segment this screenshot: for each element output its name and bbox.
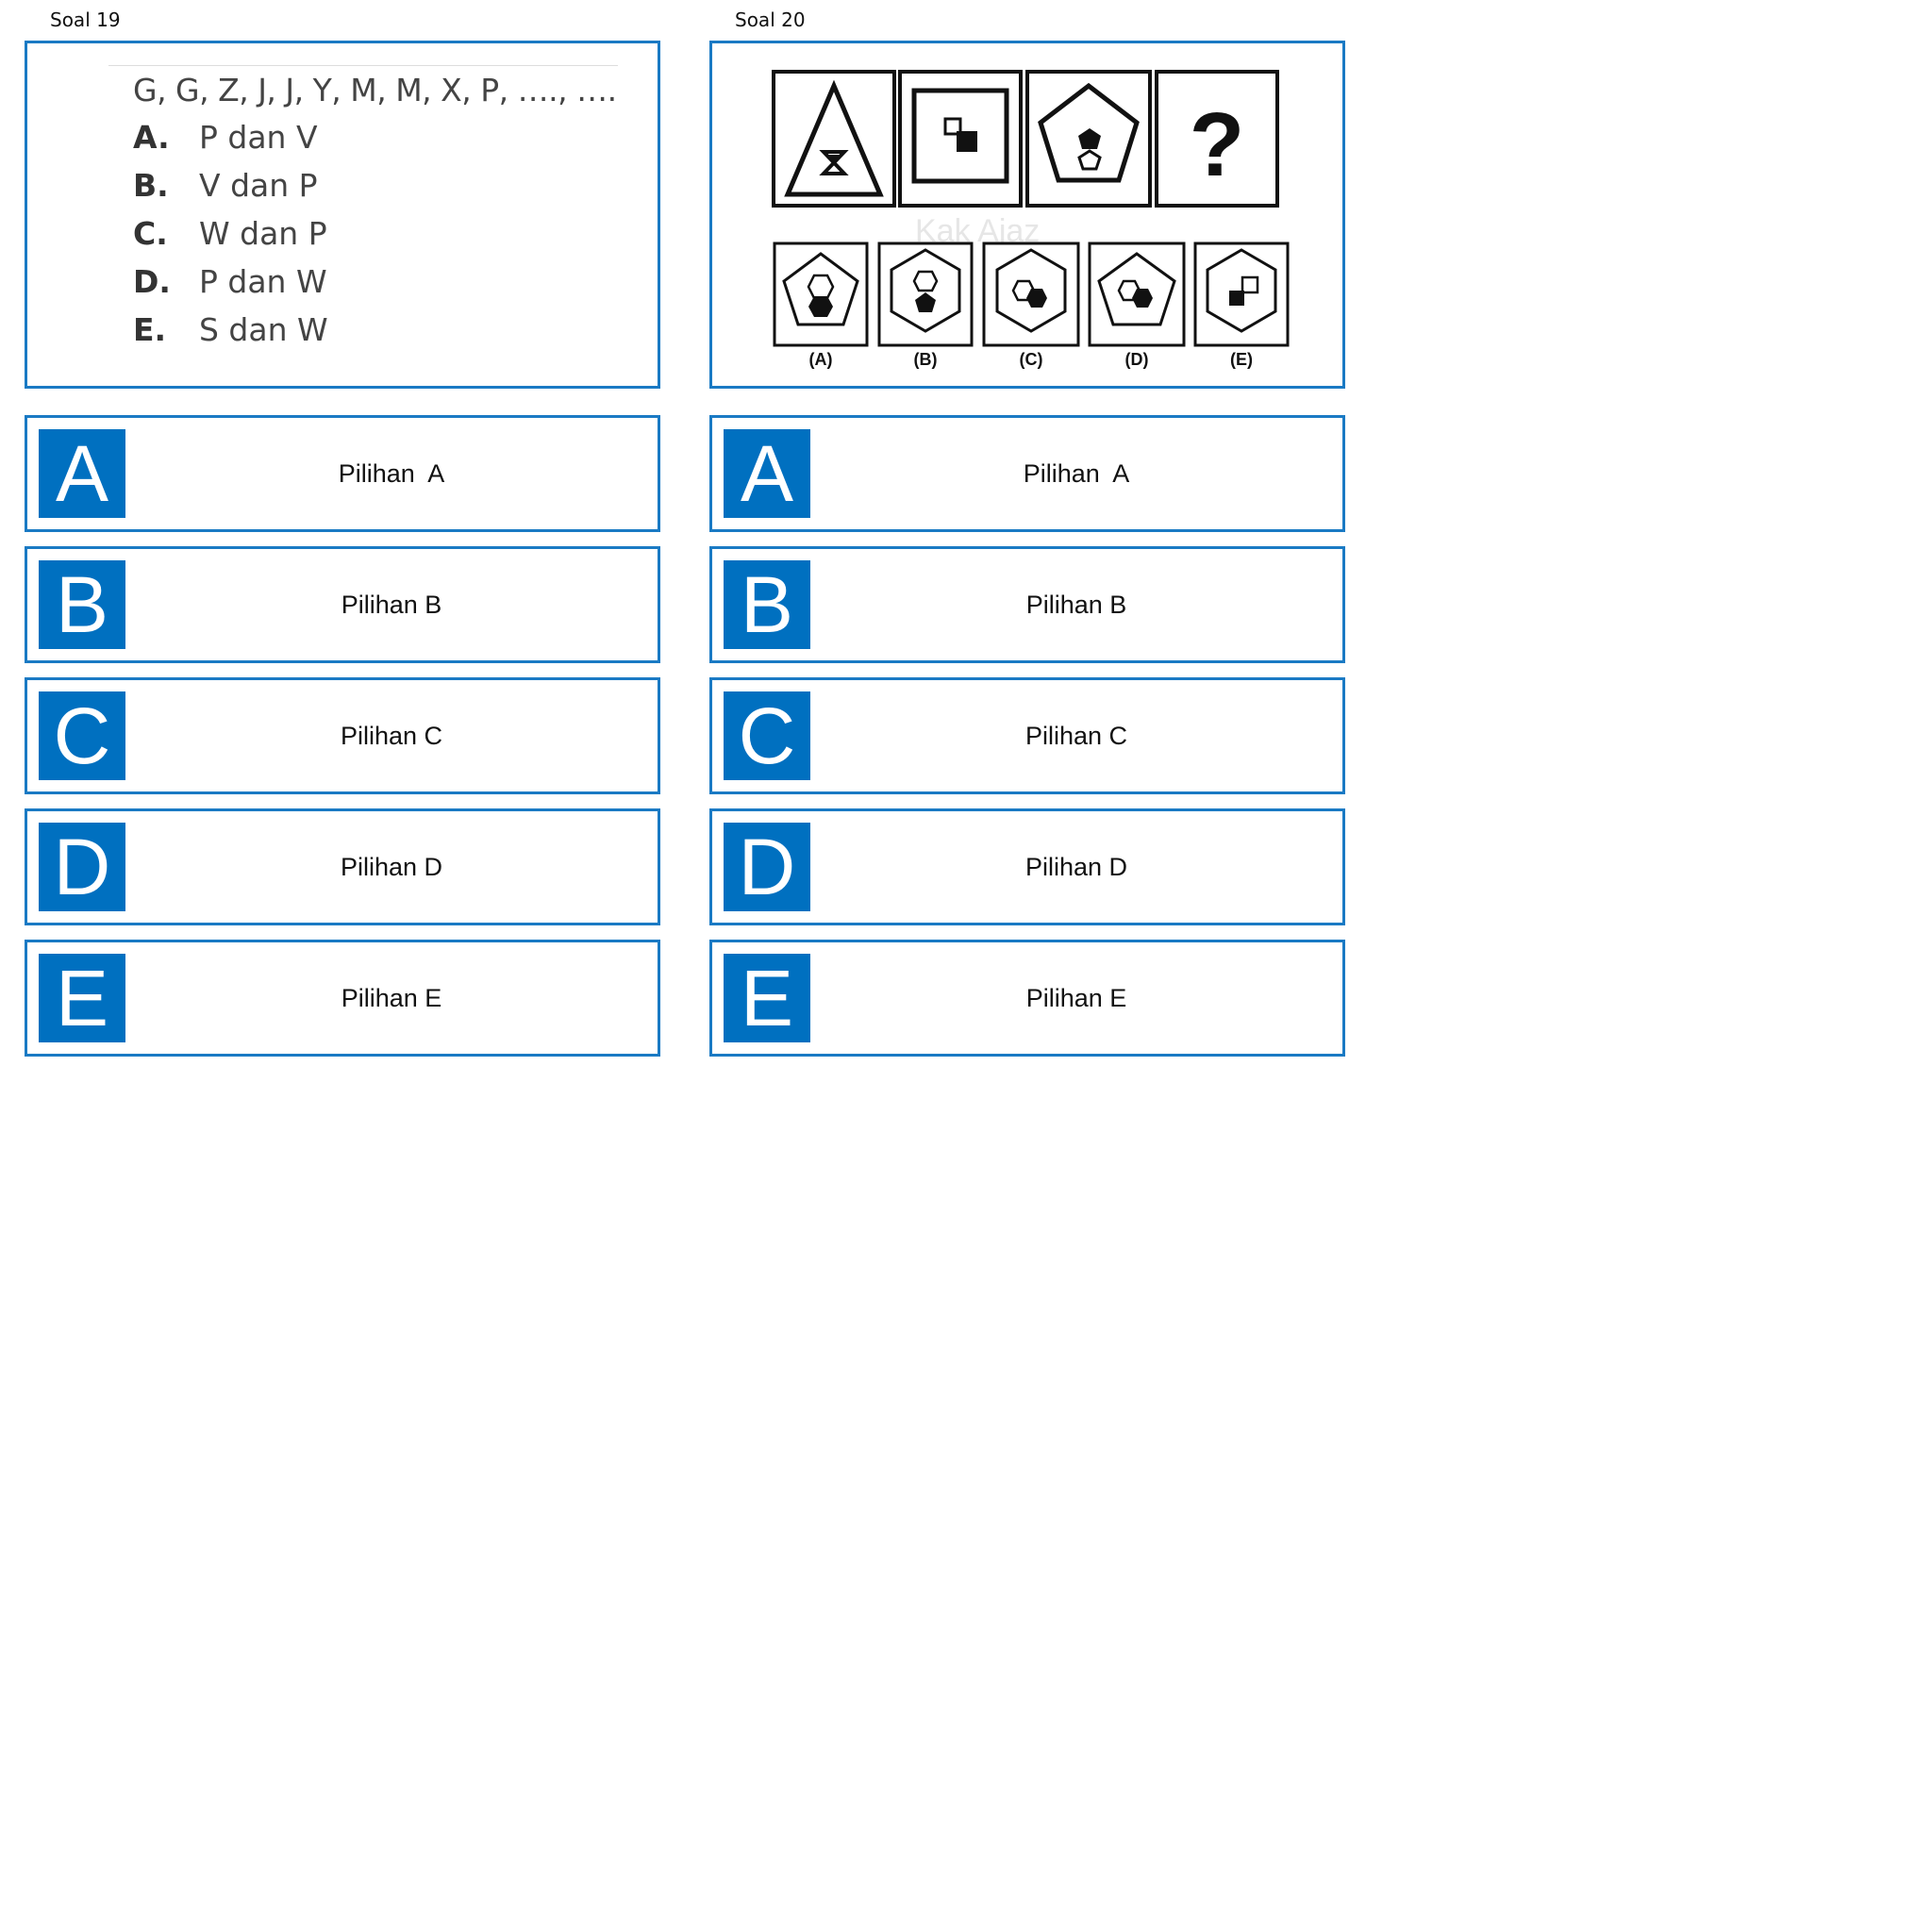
small-square-icon [1241, 275, 1259, 294]
option-letter-b: B [39, 560, 125, 649]
letter-sequence: G, G, Z, J, J, Y, M, M, X, P, …., …. [133, 72, 617, 108]
answer-option-e[interactable]: E Pilihan E [709, 940, 1345, 1057]
option-letter-d: D [39, 823, 125, 911]
answer-label-b: (B) [914, 350, 938, 369]
option-label-a: Pilihan A [1023, 459, 1130, 488]
option-label-e: Pilihan E [341, 984, 442, 1012]
answer-option-a[interactable]: A Pilihan A [709, 415, 1345, 532]
answer-option-b[interactable]: B Pilihan B [25, 546, 660, 663]
option-letter-a: A [724, 429, 810, 518]
answer-option-a[interactable]: A Pilihan A [25, 415, 660, 532]
option-label-e: Pilihan E [1025, 984, 1127, 1012]
option-letter-e: E [724, 954, 810, 1042]
question-choice-a: A. P dan V [133, 119, 318, 156]
option-letter-e: E [39, 954, 125, 1042]
option-letter-a: A [39, 429, 125, 518]
answer-option-c[interactable]: C Pilihan C [25, 677, 660, 794]
question-choice-e: E. S dan W [133, 311, 328, 348]
option-label-c: Pilihan C [1024, 722, 1128, 750]
answer-option-e[interactable]: E Pilihan E [25, 940, 660, 1057]
option-letter-b: B [724, 560, 810, 649]
soal-20-question-box: ? Kak Ajaz (A) (B) (C) (D) (E) [709, 41, 1345, 389]
question-choice-b: B. V dan P [133, 167, 318, 204]
answer-label-a: (A) [809, 350, 833, 369]
filled-square-icon [957, 131, 977, 152]
figure-series-image: ? Kak Ajaz (A) (B) (C) (D) (E) [772, 70, 1290, 369]
option-label-d: Pilihan D [1024, 853, 1128, 881]
answer-option-b[interactable]: B Pilihan B [709, 546, 1345, 663]
option-letter-d: D [724, 823, 810, 911]
option-letter-c: C [724, 691, 810, 780]
question-mark-icon: ? [1190, 94, 1245, 195]
option-label-c: Pilihan C [340, 722, 443, 750]
answer-option-d[interactable]: D Pilihan D [709, 808, 1345, 925]
option-letter-c: C [39, 691, 125, 780]
outline-hexagon-icon [807, 274, 835, 300]
option-label-a: Pilihan A [338, 459, 445, 488]
answer-option-d[interactable]: D Pilihan D [25, 808, 660, 925]
option-label-b: Pilihan B [1025, 591, 1127, 619]
filled-square-icon [1229, 291, 1244, 306]
answer-label-d: (D) [1125, 350, 1149, 369]
option-label-d: Pilihan D [340, 853, 443, 881]
option-label-b: Pilihan B [341, 591, 442, 619]
question-choice-d: D. P dan W [133, 263, 327, 300]
outline-hexagon-icon [912, 270, 939, 292]
divider [108, 65, 618, 66]
soal-19-question-box: G, G, Z, J, J, Y, M, M, X, P, …., …. A. P… [25, 41, 660, 389]
question-choice-c: C. W dan P [133, 215, 327, 252]
soal-20-title: Soal 20 [735, 8, 806, 31]
soal-19-title: Soal 19 [50, 8, 121, 31]
answer-label-e: (E) [1230, 350, 1253, 369]
answer-option-c[interactable]: C Pilihan C [709, 677, 1345, 794]
answer-label-c: (C) [1020, 350, 1043, 369]
